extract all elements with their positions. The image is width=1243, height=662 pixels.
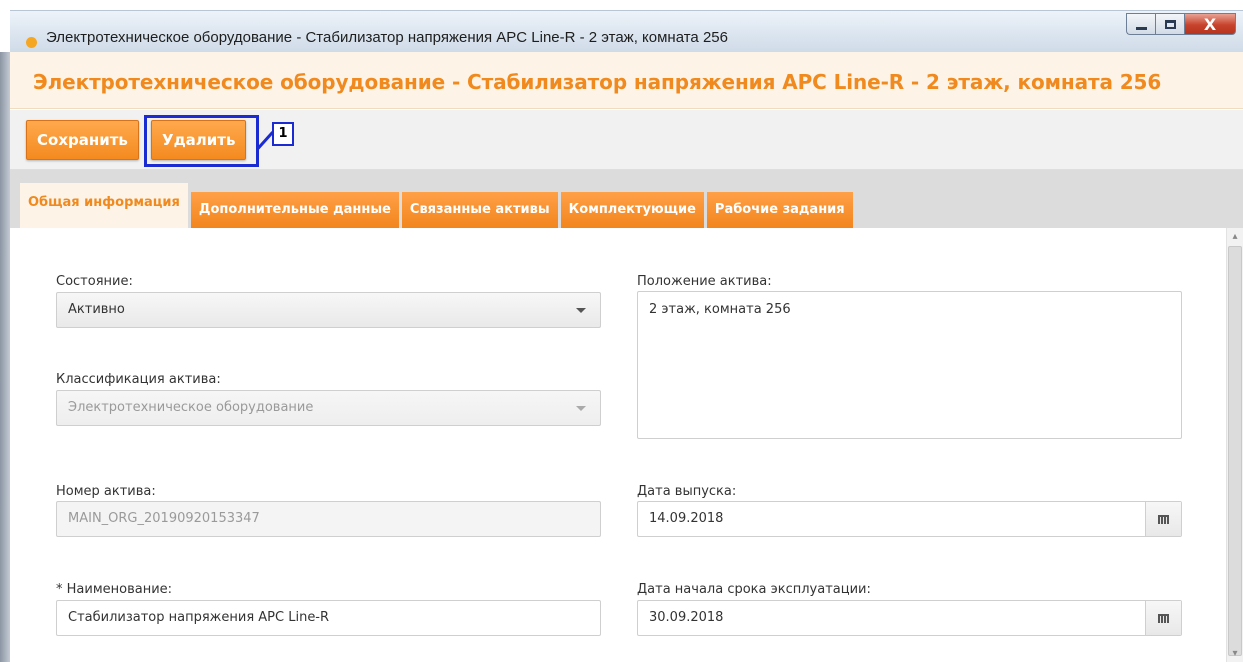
service-start-date-input[interactable]: 30.09.2018 (637, 600, 1182, 636)
form-panel: Состояние: Активно Классификация актива:… (10, 228, 1243, 662)
service-start-date-calendar-button[interactable] (1145, 601, 1181, 635)
minimize-button[interactable] (1126, 13, 1155, 35)
release-date-label: Дата выпуска: (637, 484, 737, 499)
asset-number-field: MAIN_ORG_20190920153347 (56, 501, 601, 537)
toolbar: Сохранить Удалить 1 (10, 110, 1243, 170)
scroll-down-icon[interactable]: ▾ (1227, 645, 1243, 662)
annotation-number: 1 (272, 122, 294, 146)
classification-value: Электротехническое оборудование (68, 400, 314, 415)
tabs-bar: Общая информация Дополнительные данные С… (10, 170, 1243, 228)
close-icon: X (1203, 14, 1217, 34)
tab-components[interactable]: Комплектующие (560, 192, 704, 228)
close-button[interactable]: X (1184, 13, 1236, 35)
chevron-down-icon (576, 406, 586, 411)
chevron-down-icon (576, 308, 586, 313)
annotation-highlight (144, 115, 259, 167)
calendar-icon (1158, 613, 1169, 623)
service-start-date-value: 30.09.2018 (649, 610, 724, 625)
name-input[interactable]: Стабилизатор напряжения APC Line-R (56, 600, 601, 636)
tab-general-info[interactable]: Общая информация (20, 183, 188, 228)
page-header: Электротехническое оборудование - Стабил… (10, 52, 1243, 109)
status-dot-icon (26, 37, 37, 48)
window-controls: X (1126, 11, 1236, 43)
asset-number-value: MAIN_ORG_20190920153347 (68, 511, 260, 526)
state-select[interactable]: Активно (56, 292, 601, 328)
scroll-up-icon[interactable]: ▴ (1227, 228, 1243, 245)
maximize-icon (1164, 19, 1176, 29)
tab-related-assets[interactable]: Связанные активы (401, 192, 558, 228)
calendar-icon (1158, 514, 1169, 524)
location-label: Положение актива: (637, 274, 772, 289)
tab-additional-data[interactable]: Дополнительные данные (190, 192, 399, 228)
maximize-button[interactable] (1155, 13, 1184, 35)
scroll-thumb[interactable] (1228, 246, 1242, 656)
release-date-value: 14.09.2018 (649, 511, 724, 526)
service-start-date-label: Дата начала срока эксплуатации: (637, 582, 871, 597)
classification-label: Классификация актива: (56, 372, 221, 387)
location-value: 2 этаж, комната 256 (649, 302, 791, 317)
location-textarea[interactable]: 2 этаж, комната 256 (637, 291, 1182, 439)
state-label: Состояние: (56, 274, 133, 289)
name-label: * Наименование: (56, 582, 173, 597)
save-button[interactable]: Сохранить (26, 120, 139, 160)
name-value: Стабилизатор напряжения APC Line-R (68, 610, 330, 625)
window-frame (0, 52, 10, 662)
asset-number-label: Номер актива: (56, 484, 156, 499)
tab-work-orders[interactable]: Рабочие задания (706, 192, 853, 228)
tab-list: Общая информация Дополнительные данные С… (20, 183, 856, 228)
minimize-icon (1135, 26, 1147, 30)
release-date-input[interactable]: 14.09.2018 (637, 501, 1182, 537)
classification-select: Электротехническое оборудование (56, 390, 601, 426)
release-date-calendar-button[interactable] (1145, 502, 1181, 536)
window-title: Электротехническое оборудование - Стабил… (46, 29, 728, 46)
window-titlebar: Электротехническое оборудование - Стабил… (10, 10, 1243, 52)
page-title: Электротехническое оборудование - Стабил… (33, 70, 1162, 94)
state-value: Активно (68, 302, 125, 317)
vertical-scrollbar[interactable]: ▴ ▾ (1226, 228, 1243, 662)
